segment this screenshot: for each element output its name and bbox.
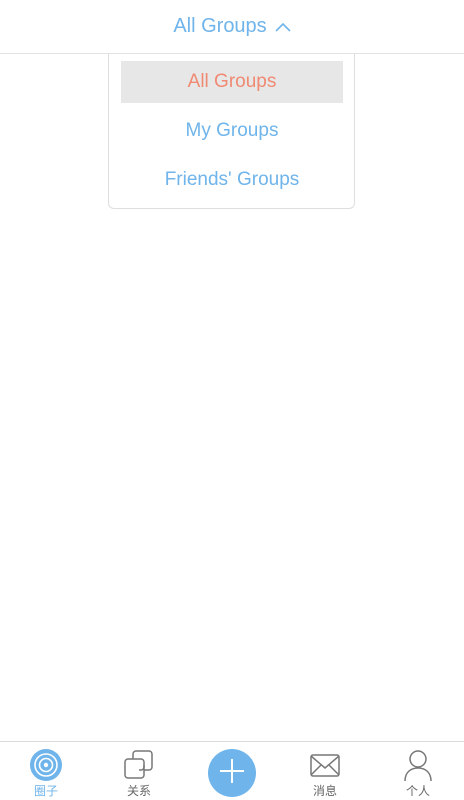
tab-circles[interactable]: 圈子 xyxy=(6,742,86,800)
tab-profile[interactable]: 个人 xyxy=(378,742,458,800)
envelope-icon xyxy=(308,748,342,782)
add-button[interactable] xyxy=(208,749,256,797)
tab-label-messages: 消息 xyxy=(312,784,337,798)
top-header: All Groups xyxy=(0,0,464,54)
header-title: All Groups xyxy=(173,15,267,37)
overlapping-squares-icon xyxy=(122,748,156,782)
tab-label-profile: 个人 xyxy=(405,784,430,798)
group-filter-toggle[interactable]: All Groups xyxy=(173,15,291,38)
tab-relations[interactable]: 关系 xyxy=(99,742,179,800)
dropdown-item-all-groups[interactable]: All Groups xyxy=(121,61,343,103)
tab-messages[interactable]: 消息 xyxy=(285,742,365,800)
dropdown-item-my-groups[interactable]: My Groups xyxy=(121,110,343,152)
person-icon xyxy=(401,748,435,782)
group-filter-dropdown: All Groups My Groups Friends' Groups xyxy=(108,54,355,209)
tab-label-relations: 关系 xyxy=(126,784,151,798)
bottom-tab-bar: 圈子 关系 消息 个人 xyxy=(0,741,464,800)
dropdown-item-friends-groups[interactable]: Friends' Groups xyxy=(121,159,343,201)
target-circle-icon xyxy=(29,748,63,782)
chevron-up-icon xyxy=(275,22,291,32)
tab-label-circles: 圈子 xyxy=(33,784,58,798)
plus-icon xyxy=(218,757,246,790)
